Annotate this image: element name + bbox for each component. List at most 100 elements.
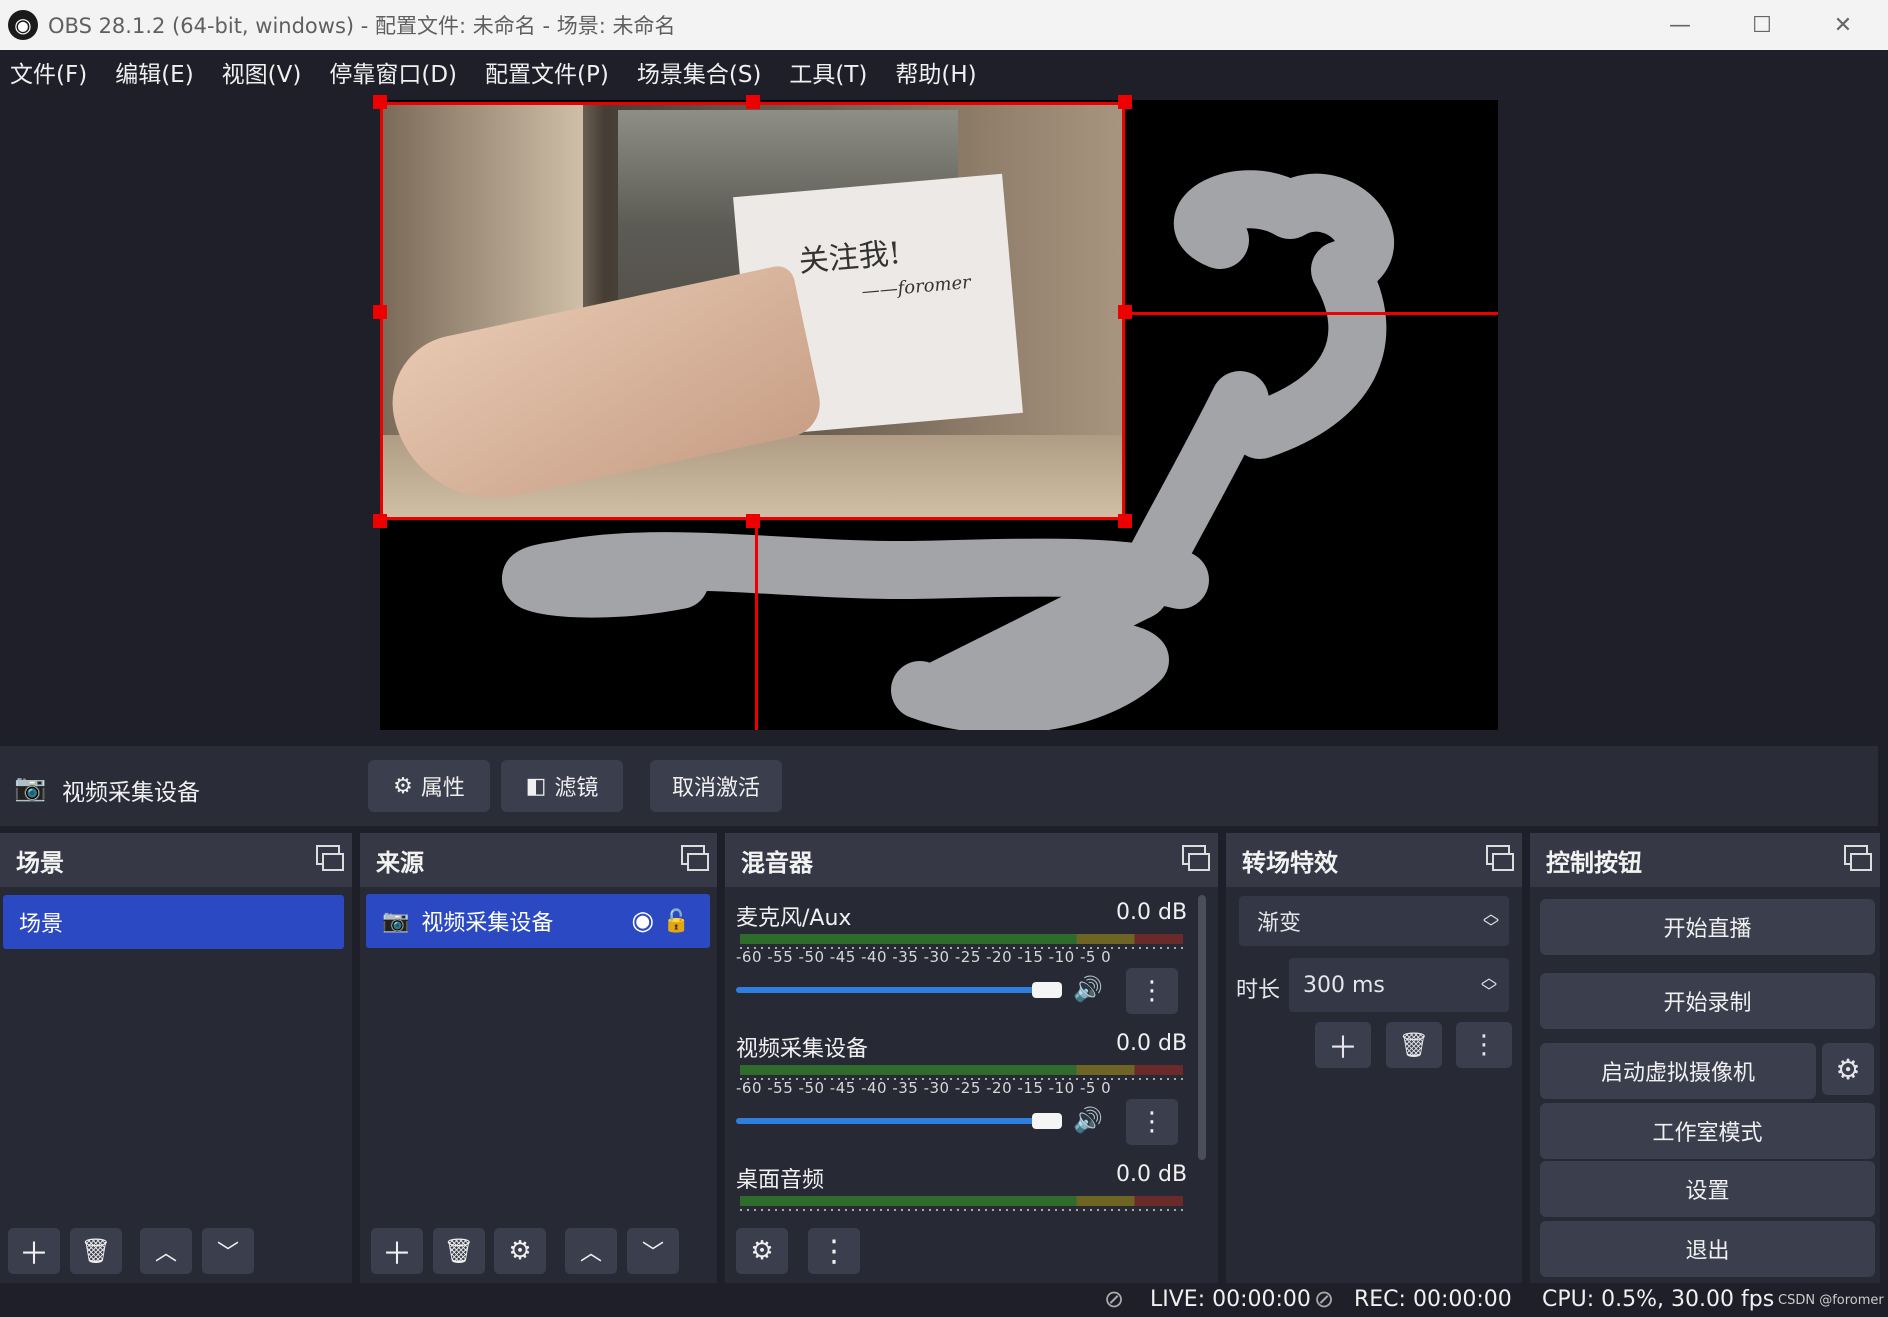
remove-source-button[interactable]: 🗑 (433, 1228, 485, 1274)
float-dock-icon[interactable] (681, 845, 709, 871)
kebab-icon: ⋮ (1139, 976, 1165, 1006)
lock-icon[interactable]: 🔓 (663, 909, 690, 934)
menu-edit[interactable]: 编辑(E) (115, 55, 193, 89)
scenes-dock-header: 场景 (0, 833, 352, 887)
filters-button[interactable]: ◧ 滤镜 (501, 760, 623, 812)
resize-handle-t[interactable] (746, 95, 760, 109)
start-recording-button[interactable]: 开始录制 (1540, 973, 1875, 1029)
resize-handle-tr[interactable] (1118, 95, 1132, 109)
select-arrows-icon: ︿ ﹀ (1482, 904, 1499, 937)
source-item-label: 视频采集设备 (421, 911, 554, 936)
start-streaming-button[interactable]: 开始直播 (1540, 899, 1875, 955)
chevron-up-icon: ︿ (579, 1241, 602, 1266)
live-indicator-icon: ⊘ (1104, 1285, 1125, 1313)
meter-ticks: -60 -55 -50 -45 -40 -35 -30 -25 -20 -15 … (736, 948, 1112, 966)
source-item[interactable]: 📷 视频采集设备 ◉ 🔓 (366, 894, 710, 948)
properties-button[interactable]: ⚙ 属性 (368, 760, 490, 812)
guide-line-vertical (755, 520, 758, 730)
speaker-icon[interactable]: 🔊 (1073, 975, 1103, 1003)
float-dock-icon[interactable] (316, 845, 344, 871)
add-transition-button[interactable]: ＋ (1315, 1022, 1371, 1068)
close-button[interactable]: ✕ (1803, 0, 1883, 50)
resize-handle-br[interactable] (1118, 514, 1132, 528)
menu-bar: 文件(F) 编辑(E) 视图(V) 停靠窗口(D) 配置文件(P) 场景集合(S… (0, 50, 1888, 94)
transition-select[interactable]: 渐变 ︿ ﹀ (1239, 896, 1509, 946)
virtual-camera-settings-button[interactable]: ⚙ (1822, 1043, 1874, 1095)
volume-meter (740, 934, 1183, 949)
duration-label: 时长 (1236, 978, 1281, 1003)
maximize-button[interactable]: ☐ (1722, 0, 1802, 50)
filters-label: 滤镜 (554, 776, 599, 801)
filter-icon: ◧ (525, 773, 547, 799)
menu-docks[interactable]: 停靠窗口(D) (329, 55, 457, 89)
resize-handle-l[interactable] (373, 305, 387, 319)
menu-scene-collection[interactable]: 场景集合(S) (637, 55, 762, 89)
trash-icon: 🗑 (443, 1237, 475, 1265)
transition-menu-button[interactable]: ⋮ (1456, 1022, 1512, 1068)
channel-menu-button[interactable]: ⋮ (1126, 968, 1178, 1014)
mixer-title: 混音器 (741, 848, 813, 877)
menu-view[interactable]: 视图(V) (222, 55, 302, 89)
eye-icon[interactable]: ◉ (631, 906, 654, 936)
channel-menu-button[interactable]: ⋮ (1126, 1099, 1178, 1145)
float-dock-icon[interactable] (1486, 845, 1514, 871)
menu-help[interactable]: 帮助(H) (895, 55, 976, 89)
window-title: OBS 28.1.2 (64-bit, windows) - 配置文件: 未命名… (48, 14, 676, 38)
menu-profile[interactable]: 配置文件(P) (485, 55, 609, 89)
volume-slider-knob[interactable] (1032, 982, 1062, 998)
resize-handle-bl[interactable] (373, 514, 387, 528)
add-source-button[interactable]: ＋ (371, 1228, 423, 1274)
transitions-title: 转场特效 (1242, 848, 1338, 877)
trash-icon: 🗑 (1398, 1031, 1430, 1059)
title-bar: ◉ OBS 28.1.2 (64-bit, windows) - 配置文件: 未… (0, 0, 1888, 50)
scene-item[interactable]: 场景 (3, 895, 344, 949)
float-dock-icon[interactable] (1844, 845, 1872, 871)
duration-spinbox[interactable]: 300 ms ︿ ﹀ (1289, 958, 1509, 1012)
speaker-icon[interactable]: 🔊 (1073, 1106, 1103, 1134)
source-properties-button[interactable]: ⚙ (494, 1228, 546, 1274)
volume-slider[interactable] (736, 1118, 1036, 1124)
mixer-scrollbar[interactable] (1198, 895, 1206, 1160)
deactivate-button[interactable]: 取消激活 (650, 760, 782, 812)
studio-mode-button[interactable]: 工作室模式 (1540, 1103, 1875, 1159)
meter-ticks: -60 -55 -50 -45 -40 -35 -30 -25 -20 -15 … (736, 1079, 1112, 1097)
scenes-title: 场景 (16, 848, 64, 877)
resize-handle-r[interactable] (1118, 305, 1132, 319)
cpu-fps: CPU: 0.5%, 30.00 fps (1542, 1287, 1775, 1312)
note-text: 关注我! (797, 235, 903, 280)
menu-tools[interactable]: 工具(T) (789, 55, 867, 89)
chevron-down-icon: ﹀ (641, 1241, 664, 1266)
minimize-button[interactable]: — (1640, 0, 1720, 50)
mixer-menu-button[interactable]: ⋮ (808, 1228, 860, 1274)
volume-slider[interactable] (736, 987, 1036, 993)
volume-slider-knob[interactable] (1032, 1113, 1062, 1129)
move-scene-down-button[interactable]: ﹀ (202, 1228, 254, 1274)
settings-button[interactable]: 设置 (1540, 1161, 1875, 1217)
remove-transition-button[interactable]: 🗑 (1386, 1022, 1442, 1068)
exit-button[interactable]: 退出 (1540, 1221, 1875, 1277)
add-scene-button[interactable]: ＋ (8, 1228, 60, 1274)
start-virtual-camera-button[interactable]: 启动虚拟摄像机 (1540, 1043, 1816, 1099)
gear-icon: ⚙ (508, 1236, 532, 1266)
selected-source-name: 视频采集设备 (62, 780, 200, 806)
spin-arrows-icon[interactable]: ︿ ﹀ (1481, 970, 1497, 1000)
plus-icon: ＋ (19, 1237, 49, 1272)
channel-name: 麦克风/Aux (736, 906, 852, 931)
menu-file[interactable]: 文件(F) (10, 55, 87, 89)
obs-logo-icon: ◉ (8, 10, 38, 40)
move-source-down-button[interactable]: ﹀ (627, 1228, 679, 1274)
advanced-audio-button[interactable]: ⚙ (736, 1228, 788, 1274)
move-source-up-button[interactable]: ︿ (565, 1228, 617, 1274)
kebab-icon: ⋮ (1139, 1107, 1165, 1137)
gear-icon: ⚙ (393, 773, 413, 799)
watermark: CSDN @foromer (1778, 1293, 1884, 1308)
video-capture-source[interactable]: 关注我! ——foromer (380, 102, 1125, 520)
resize-handle-b[interactable] (746, 514, 760, 528)
move-scene-up-button[interactable]: ︿ (140, 1228, 192, 1274)
scene-item-label: 场景 (19, 912, 64, 937)
resize-handle-tl[interactable] (373, 95, 387, 109)
float-dock-icon[interactable] (1182, 845, 1210, 871)
transition-selected: 渐变 (1257, 911, 1302, 936)
remove-scene-button[interactable]: 🗑 (70, 1228, 122, 1274)
controls-title: 控制按钮 (1546, 848, 1642, 877)
